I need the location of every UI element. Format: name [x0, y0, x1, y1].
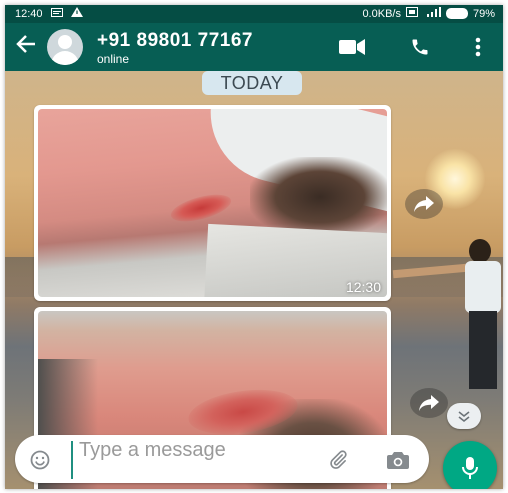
battery-percent: 79%	[472, 7, 495, 20]
compose-bar	[15, 435, 429, 483]
volte-icon	[405, 7, 418, 20]
emoji-icon[interactable]	[30, 450, 50, 475]
contact-status: online	[97, 52, 130, 66]
status-time: 12:40	[15, 7, 43, 20]
mic-button[interactable]	[443, 441, 497, 489]
back-arrow-icon[interactable]	[15, 33, 37, 60]
forward-icon[interactable]	[410, 388, 448, 418]
avatar[interactable]	[47, 29, 83, 65]
message-input[interactable]	[71, 441, 299, 479]
phone-icon[interactable]	[410, 37, 430, 62]
attach-icon[interactable]	[327, 449, 349, 476]
chat-area[interactable]: TODAY 12:30	[5, 71, 503, 489]
warning-icon	[70, 7, 83, 20]
signal-icon	[423, 7, 441, 20]
wallpaper-person	[392, 239, 503, 389]
message-time: 12:30	[345, 279, 381, 295]
net-speed: 0.0KB/s	[362, 7, 401, 20]
forward-icon[interactable]	[405, 189, 443, 219]
camera-icon[interactable]	[387, 450, 409, 475]
mic-icon	[462, 457, 478, 479]
battery-icon	[445, 8, 468, 19]
chat-header: +91 89801 77167 online	[5, 23, 503, 71]
message-notification-icon	[50, 7, 63, 20]
video-call-icon[interactable]	[339, 39, 365, 60]
message-photo[interactable]	[38, 109, 387, 297]
status-bar: 12:40 0.0KB/s 79%	[5, 5, 503, 23]
scroll-down-button[interactable]	[447, 403, 481, 429]
image-message[interactable]: 12:30	[34, 105, 391, 301]
more-vert-icon[interactable]	[475, 37, 481, 62]
date-chip: TODAY	[202, 71, 302, 95]
contact-name[interactable]: +91 89801 77167	[97, 30, 253, 52]
phone-screen: 12:40 0.0KB/s 79% +91 89801 77167 online…	[5, 5, 503, 489]
